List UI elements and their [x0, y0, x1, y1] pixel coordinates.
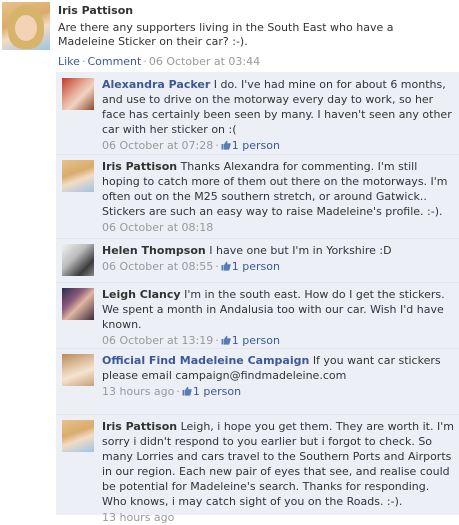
- comment-timestamp[interactable]: 06 October at 13:19: [102, 334, 213, 347]
- avatar-alexandra-packer[interactable]: [62, 78, 94, 110]
- avatar-iris-pattison[interactable]: [62, 160, 94, 192]
- comment-text: I have one but I'm in Yorkshire :D: [209, 244, 392, 257]
- comment-meta: 06 October at 08:55 · 1 person: [102, 259, 454, 274]
- likes-count[interactable]: 1 person: [232, 260, 280, 273]
- comment-text: Leigh, i hope you get them. They are wor…: [102, 420, 454, 508]
- thumbs-up-icon: [221, 140, 231, 150]
- post-timestamp[interactable]: 06 October at 03:44: [149, 55, 260, 68]
- comment-timestamp[interactable]: 06 October at 08:55: [102, 260, 213, 273]
- comment-item: Helen Thompson I have one but I'm in Yor…: [56, 238, 459, 283]
- comment-author[interactable]: Helen Thompson: [102, 244, 206, 257]
- comment-body: Alexandra Packer I do. I've had mine on …: [102, 77, 454, 153]
- comment-body: Helen Thompson I have one but I'm in Yor…: [102, 243, 454, 274]
- comment-meta: 13 hours ago · 1 person: [102, 384, 454, 399]
- comment-meta: 06 October at 13:19 · 1 person: [102, 333, 454, 348]
- post-text: Are there any supporters living in the S…: [58, 21, 394, 48]
- comment-item: Official Find Madeleine Campaign If you …: [56, 348, 459, 415]
- comment-author[interactable]: Iris Pattison: [102, 160, 177, 173]
- likes-count[interactable]: 1 person: [232, 139, 280, 152]
- comment-meta: 06 October at 07:28 · 1 person: [102, 138, 454, 153]
- comment-item: Iris Pattison Leigh, i hope you get them…: [56, 414, 459, 524]
- comment-timestamp[interactable]: 13 hours ago: [102, 385, 174, 398]
- comment-item: Alexandra Packer I do. I've had mine on …: [56, 72, 459, 155]
- thumbs-up-icon: [221, 335, 231, 345]
- comment-link[interactable]: Comment: [87, 55, 141, 68]
- comment-body: Iris Pattison Thanks Alexandra for comme…: [102, 159, 454, 235]
- avatar-official-find-madeleine[interactable]: [62, 354, 94, 386]
- comment-body: Official Find Madeleine Campaign If you …: [102, 353, 454, 399]
- likes-count[interactable]: 1 person: [193, 385, 241, 398]
- avatar-iris-pattison[interactable]: [62, 420, 94, 452]
- comment-meta: 13 hours ago: [102, 510, 454, 525]
- comment-body: Leigh Clancy I'm in the south east. How …: [102, 287, 454, 348]
- separator: ·: [215, 334, 219, 347]
- comment-thread: Alexandra Packer I do. I've had mine on …: [56, 72, 459, 524]
- separator: ·: [143, 55, 147, 68]
- comment-item: Iris Pattison Thanks Alexandra for comme…: [56, 154, 459, 239]
- comment-author[interactable]: Iris Pattison: [102, 420, 177, 433]
- post: Iris Pattison Are there any supporters l…: [0, 0, 459, 68]
- comment-author[interactable]: Leigh Clancy: [102, 288, 181, 301]
- thumbs-up-icon: [221, 261, 231, 271]
- post-actions: Like · Comment · 06 October at 03:44: [58, 55, 260, 68]
- likes-count[interactable]: 1 person: [232, 334, 280, 347]
- avatar-iris-pattison[interactable]: [2, 2, 50, 50]
- comment-author[interactable]: Alexandra Packer: [102, 78, 210, 91]
- separator: ·: [215, 139, 219, 152]
- post-author[interactable]: Iris Pattison: [58, 4, 133, 17]
- separator: ·: [215, 260, 219, 273]
- comment-timestamp[interactable]: 13 hours ago: [102, 511, 174, 524]
- comment-meta: 06 October at 08:18: [102, 220, 454, 235]
- comment-item: Leigh Clancy I'm in the south east. How …: [56, 282, 459, 349]
- avatar-leigh-clancy[interactable]: [62, 288, 94, 320]
- like-link[interactable]: Like: [58, 55, 80, 68]
- avatar-helen-thompson[interactable]: [62, 244, 94, 276]
- thumbs-up-icon: [182, 386, 192, 396]
- avatar-face: [15, 15, 37, 41]
- comment-body: Iris Pattison Leigh, i hope you get them…: [102, 419, 454, 525]
- comment-timestamp[interactable]: 06 October at 08:18: [102, 221, 213, 234]
- comment-author[interactable]: Official Find Madeleine Campaign: [102, 354, 309, 367]
- separator: ·: [176, 385, 180, 398]
- comment-timestamp[interactable]: 06 October at 07:28: [102, 139, 213, 152]
